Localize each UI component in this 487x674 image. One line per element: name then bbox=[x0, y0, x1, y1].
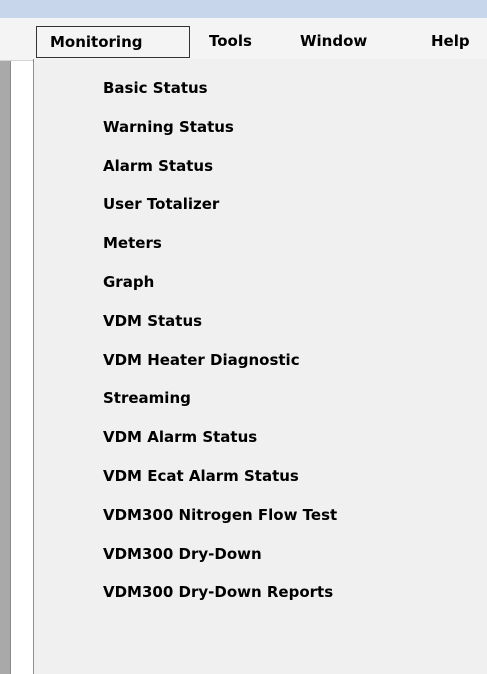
menu-item-user-totalizer[interactable]: User Totalizer bbox=[34, 189, 487, 228]
menu-item-alarm-status[interactable]: Alarm Status bbox=[34, 151, 487, 190]
menu-item-warning-status[interactable]: Warning Status bbox=[34, 112, 487, 151]
background-panel bbox=[0, 61, 10, 674]
monitoring-menu-list: Basic Status Warning Status Alarm Status… bbox=[34, 73, 487, 616]
menu-item-basic-status[interactable]: Basic Status bbox=[34, 73, 487, 112]
menu-item-streaming[interactable]: Streaming bbox=[34, 383, 487, 422]
workspace-background bbox=[11, 61, 33, 674]
menu-item-vdm300-dry-down-reports[interactable]: VDM300 Dry-Down Reports bbox=[34, 577, 487, 616]
menu-monitoring[interactable]: Monitoring bbox=[36, 26, 190, 58]
menu-item-vdm-status[interactable]: VDM Status bbox=[34, 306, 487, 345]
monitoring-dropdown-menu: Basic Status Warning Status Alarm Status… bbox=[33, 59, 487, 674]
menu-item-vdm300-nitrogen-flow-test[interactable]: VDM300 Nitrogen Flow Test bbox=[34, 500, 487, 539]
menu-item-vdm-alarm-status[interactable]: VDM Alarm Status bbox=[34, 422, 487, 461]
menu-item-vdm300-dry-down[interactable]: VDM300 Dry-Down bbox=[34, 539, 487, 578]
menu-item-vdm-heater-diagnostic[interactable]: VDM Heater Diagnostic bbox=[34, 345, 487, 384]
menu-item-graph[interactable]: Graph bbox=[34, 267, 487, 306]
menu-item-vdm-ecat-alarm-status[interactable]: VDM Ecat Alarm Status bbox=[34, 461, 487, 500]
window-title-strip bbox=[0, 0, 487, 18]
menu-window[interactable]: Window bbox=[288, 26, 402, 58]
menu-help[interactable]: Help bbox=[419, 26, 487, 58]
menu-item-meters[interactable]: Meters bbox=[34, 228, 487, 267]
menu-tools[interactable]: Tools bbox=[197, 26, 271, 58]
